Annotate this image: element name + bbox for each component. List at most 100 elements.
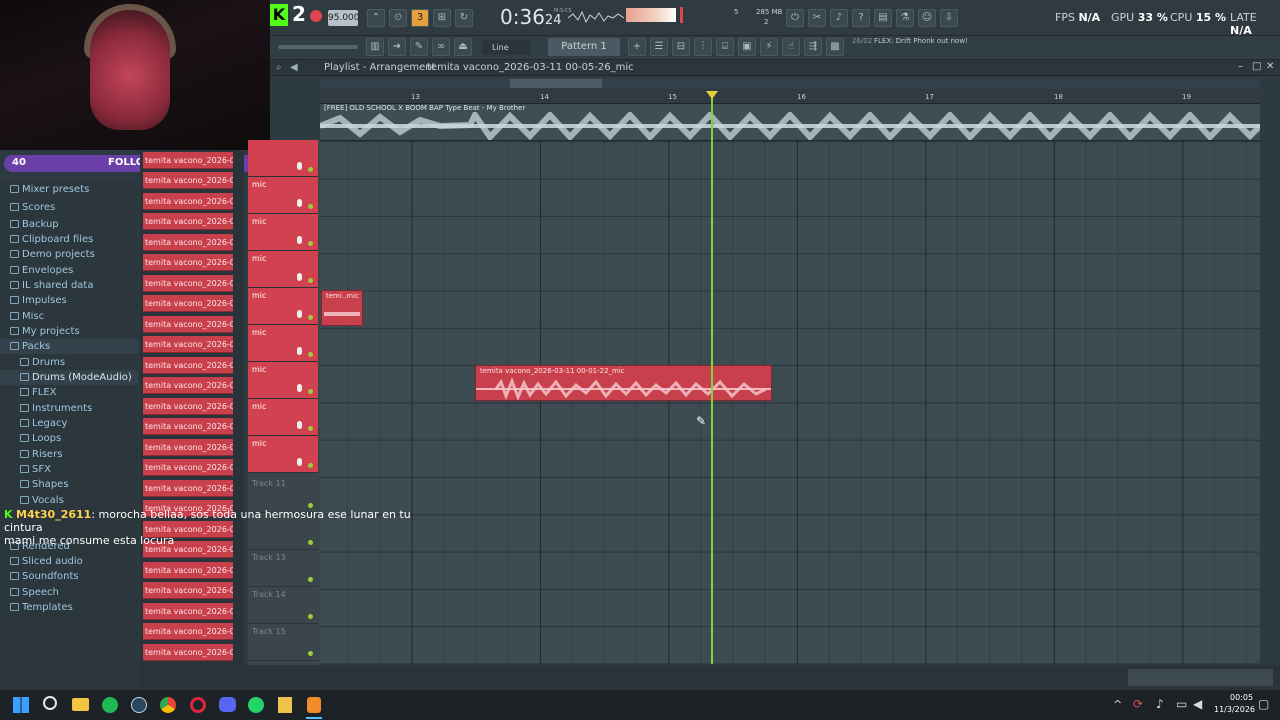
clip-source-item[interactable]: temita vacono_2026-03- [143, 377, 233, 394]
browser-item[interactable]: Scores [0, 200, 138, 215]
track-header[interactable]: mic [248, 214, 318, 251]
timeline-ruler[interactable]: 13 14 15 16 17 18 19 [320, 90, 1260, 104]
chrome-icon[interactable] [160, 697, 176, 713]
opera-icon[interactable] [190, 697, 206, 713]
download-icon[interactable]: ⇩ [940, 9, 958, 27]
track-header[interactable]: Track 15 [248, 624, 318, 661]
close-icon[interactable]: ✕ [1266, 61, 1274, 72]
stamp-icon[interactable]: ⏏ [454, 38, 472, 56]
cut-icon[interactable]: ✂ [808, 9, 826, 27]
track-enable-led[interactable] [308, 389, 313, 394]
windows-start-icon[interactable] [13, 697, 29, 713]
minimize-icon[interactable]: – [1238, 61, 1243, 72]
browser-item[interactable]: Drums [0, 355, 138, 370]
browser-item[interactable]: Shapes [0, 477, 138, 492]
loop-record-button[interactable]: ↻ [455, 9, 473, 27]
chat-icon[interactable]: ☺ [918, 9, 936, 27]
clip-source-item[interactable]: temita vacono_2026-03- [143, 562, 233, 579]
clip-source-item[interactable]: temita vacono_2026-03- [143, 336, 233, 353]
tray-network-icon[interactable]: ▭ [1176, 697, 1187, 711]
browser-item[interactable]: FLEX [0, 385, 138, 400]
browser-item[interactable]: Clipboard files [0, 232, 138, 247]
browser-item[interactable]: Vocals [0, 493, 138, 508]
clip-source-item[interactable]: temita vacono_2026-03- [143, 459, 233, 476]
clip-source-item[interactable]: temita vacono_2026-03- [143, 603, 233, 620]
playhead-marker-icon[interactable] [706, 91, 718, 99]
clip-source-item[interactable]: temita vacono_2026-03- [143, 418, 233, 435]
arrangement-name[interactable]: temita vacono_2026-03-11 00-05-26_mic [427, 62, 634, 73]
track-header[interactable]: Track 13 [248, 550, 318, 587]
microphone-icon[interactable]: ♪ [830, 9, 848, 27]
clip-source-item[interactable]: temita vacono_2026-03- [143, 213, 233, 230]
clock-date[interactable]: 11/3/2026 [1214, 705, 1255, 714]
help-icon[interactable]: ? [852, 9, 870, 27]
playhead[interactable] [711, 96, 713, 664]
beat-audio-clip[interactable]: [FREE] OLD SCHOOL X BOOM BAP Type Beat -… [320, 104, 1260, 141]
channel-rack-icon[interactable]: ⊟ [672, 38, 690, 56]
spotify-icon[interactable] [102, 697, 118, 713]
browser-item[interactable]: IL shared data [0, 278, 138, 293]
browser-item[interactable]: SFX [0, 462, 138, 477]
master-volume-slider[interactable] [278, 45, 358, 49]
track-header[interactable]: mic [248, 251, 318, 288]
browser-item[interactable]: Mixer presets [0, 182, 138, 197]
playlist-overview[interactable] [320, 78, 1260, 89]
browser-item[interactable]: Risers [0, 447, 138, 462]
save-icon[interactable]: ▤ [874, 9, 892, 27]
speaker-icon[interactable]: ◀ [290, 62, 298, 73]
browser-item[interactable]: Loops [0, 431, 138, 446]
track-header[interactable]: mic [248, 362, 318, 399]
touch-icon[interactable]: ☝ [782, 38, 800, 56]
track-header[interactable]: mic [248, 140, 318, 189]
metronome-button[interactable]: ⌃ [367, 9, 385, 27]
track-enable-led[interactable] [308, 204, 313, 209]
clock-time[interactable]: 00:05 [1230, 693, 1253, 702]
maximize-icon[interactable]: □ [1252, 61, 1261, 72]
file-explorer-icon[interactable] [72, 698, 89, 711]
steam-icon[interactable] [131, 697, 147, 713]
record-button[interactable] [310, 10, 322, 22]
link-icon[interactable]: ∞ [432, 38, 450, 56]
wait-button[interactable]: ⏲ [389, 9, 407, 27]
plugin-icon[interactable]: ⚗ [896, 9, 914, 27]
step-edit-button[interactable]: ⊞ [433, 9, 451, 27]
browser-item[interactable]: Envelopes [0, 263, 138, 278]
track-enable-led[interactable] [308, 278, 313, 283]
snap-select[interactable]: Line [482, 40, 530, 55]
clip-source-item[interactable]: temita vacono_2026-03- [143, 316, 233, 333]
track-enable-led[interactable] [308, 241, 313, 246]
browser-item[interactable]: Impulses [0, 293, 138, 308]
browser-item[interactable]: Speech [0, 585, 138, 600]
tray-mic-icon[interactable]: ♪ [1156, 697, 1164, 711]
browser-item[interactable]: Drums (ModeAudio) [0, 370, 138, 385]
fl-studio-icon[interactable] [307, 697, 321, 713]
browser-item[interactable]: My projects [0, 324, 138, 339]
discord-icon[interactable] [219, 697, 236, 712]
export-icon[interactable]: ⇶ [804, 38, 822, 56]
piano-icon[interactable]: ▥ [366, 38, 384, 56]
browser-item[interactable]: Templates [0, 600, 138, 615]
tray-chevron-icon[interactable]: ^ [1113, 698, 1122, 711]
track-enable-led[interactable] [308, 352, 313, 357]
track-header[interactable]: mic [248, 177, 318, 214]
browser-item[interactable]: Packs [0, 339, 138, 354]
add-pattern-icon[interactable]: + [628, 38, 646, 56]
clip-source-item[interactable]: temita vacono_2026-03- [143, 398, 233, 415]
track-header[interactable]: Track 14 [248, 587, 318, 624]
power-icon[interactable]: ⏻ [786, 9, 804, 27]
track-enable-led[interactable] [308, 614, 313, 619]
track-enable-led[interactable] [308, 463, 313, 468]
track-header[interactable]: mic [248, 399, 318, 436]
track-enable-led[interactable] [308, 426, 313, 431]
overview-window[interactable] [510, 79, 602, 88]
playlist-horizontal-scrollbar[interactable] [138, 665, 1280, 690]
track-header[interactable]: mic [248, 436, 318, 473]
whatsapp-icon[interactable] [248, 697, 264, 713]
clip-source-item[interactable]: temita vacono_2026-03- [143, 234, 233, 251]
clip-source-item[interactable]: temita vacono_2026-03- [143, 254, 233, 271]
track-header[interactable]: mic [248, 325, 318, 362]
pattern-select[interactable]: Pattern 1 [548, 38, 620, 56]
mixer-icon[interactable]: ⫶ [694, 38, 712, 56]
browser-item[interactable]: Backup [0, 217, 138, 232]
playlist-icon[interactable]: ☰ [650, 38, 668, 56]
